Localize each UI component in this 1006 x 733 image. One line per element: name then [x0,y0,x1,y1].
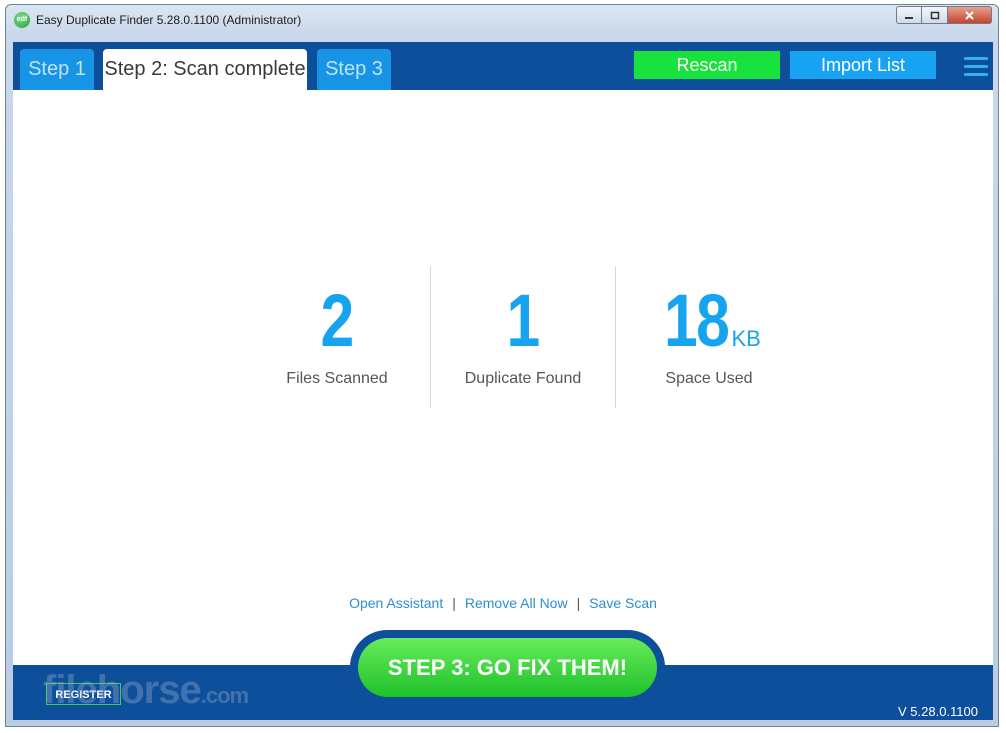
action-links: Open Assistant | Remove All Now | Save Scan [13,595,993,611]
rescan-button[interactable]: Rescan [634,51,780,79]
tab-step-2[interactable]: Step 2: Scan complete [103,49,307,90]
window-title: Easy Duplicate Finder 5.28.0.1100 (Admin… [36,13,302,27]
minimize-button[interactable] [896,6,922,24]
remove-all-now-link[interactable]: Remove All Now [465,595,568,611]
duplicates-found-label: Duplicate Found [464,370,582,387]
filehorse-watermark: filehorse.com [43,668,249,712]
stat-files-scanned: 2 Files Scanned [247,282,427,388]
stat-duplicates-found: 1 Duplicate Found [433,282,613,388]
title-bar[interactable]: edf Easy Duplicate Finder 5.28.0.1100 (A… [6,5,998,35]
go-fix-them-button[interactable]: STEP 3: GO FIX THEM! [358,638,657,697]
stat-space-used: 18 KB Space Used [619,282,799,388]
files-scanned-value: 2 [320,279,355,362]
close-button[interactable] [948,6,992,24]
stat-divider [430,266,431,408]
minimize-icon [905,17,913,19]
tab-step-3[interactable]: Step 3 [317,49,391,90]
client-area: Step 1 Step 2: Scan complete Step 3 Resc… [13,42,993,720]
maximize-button[interactable] [922,6,948,24]
space-used-unit: KB [731,326,761,351]
duplicates-found-value: 1 [506,279,541,362]
stat-divider [615,266,616,408]
space-used-value: 18 [664,279,730,362]
save-scan-link[interactable]: Save Scan [589,595,657,611]
version-label: V 5.28.0.1100 [898,704,978,719]
space-used-label: Space Used [665,370,753,387]
link-separator: | [576,595,581,611]
window-controls [896,6,992,26]
app-icon: edf [14,12,30,28]
open-assistant-link[interactable]: Open Assistant [349,595,443,611]
hamburger-menu-icon[interactable] [964,57,988,77]
import-list-button[interactable]: Import List [790,51,936,79]
close-icon [965,10,974,20]
restore-icon [930,11,939,20]
app-window: edf Easy Duplicate Finder 5.28.0.1100 (A… [5,4,999,727]
files-scanned-label: Files Scanned [286,370,388,387]
top-toolbar: Step 1 Step 2: Scan complete Step 3 Resc… [13,42,993,90]
link-separator: | [452,595,456,611]
tab-step-1[interactable]: Step 1 [20,49,94,90]
